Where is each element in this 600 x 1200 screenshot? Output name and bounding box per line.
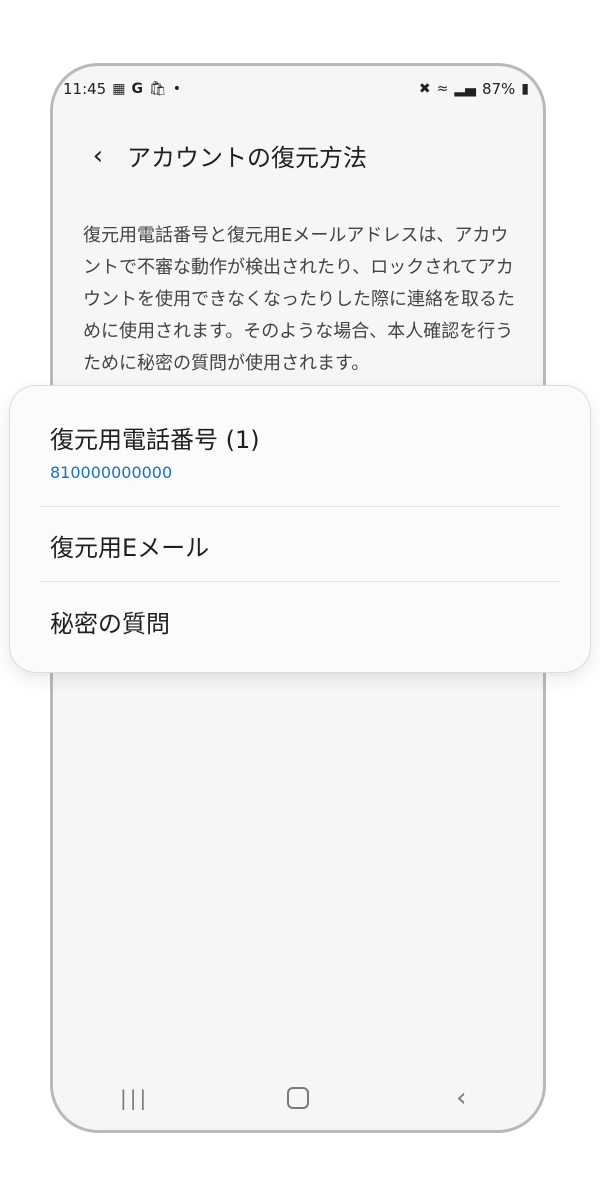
recovery-phone-label: 復元用電話番号 (1) [50,426,260,454]
secret-question-label: 秘密の質問 [50,610,170,638]
description-text: 復元用電話番号と復元用Eメールアドレスは、アカウントで不審な動作が検出されたり、… [83,225,515,374]
divider [40,581,560,582]
navigation-bar: ||| ‹ [53,1066,543,1130]
recent-apps-button[interactable]: ||| [105,1086,165,1110]
recent-apps-icon: ||| [120,1086,150,1110]
recovery-phone-item[interactable]: 復元用電話番号 (1) 810000000000 [50,420,560,482]
status-bar: 11:45 ▦ G 🛍 • ✖ ≈ ▂▄ 87% ▮ [53,66,543,112]
battery-percent: 87% [481,80,516,98]
chevron-left-icon: ‹ [92,140,104,171]
recovery-phone-number: 810000000000 [50,463,173,482]
shopping-bag-icon: 🛍 [148,81,167,97]
status-time: 11:45 [63,80,107,98]
dot-icon: • [172,81,182,97]
image-icon: ▦ [112,81,126,97]
home-button[interactable] [268,1087,328,1109]
google-g-icon: G [131,81,143,97]
home-icon [286,1087,309,1109]
battery-icon: ▮ [521,81,529,97]
signal-icon: ▂▄ [454,81,476,97]
recovery-options-card: 復元用電話番号 (1) 810000000000 復元用Eメール 秘密の質問 [10,386,590,672]
page-title: アカウントの復元方法 [127,144,367,172]
back-icon: ‹ [456,1083,467,1113]
secret-question-item[interactable]: 秘密の質問 [50,604,560,639]
header: ‹ アカウントの復元方法 [83,138,367,173]
divider [40,506,560,507]
wifi-icon: ≈ [436,81,449,97]
recovery-email-item[interactable]: 復元用Eメール [50,528,560,563]
back-button[interactable]: ‹ [83,141,113,171]
nav-back-button[interactable]: ‹ [431,1083,491,1113]
mute-icon: ✖ [418,81,431,97]
recovery-email-label: 復元用Eメール [50,534,210,562]
